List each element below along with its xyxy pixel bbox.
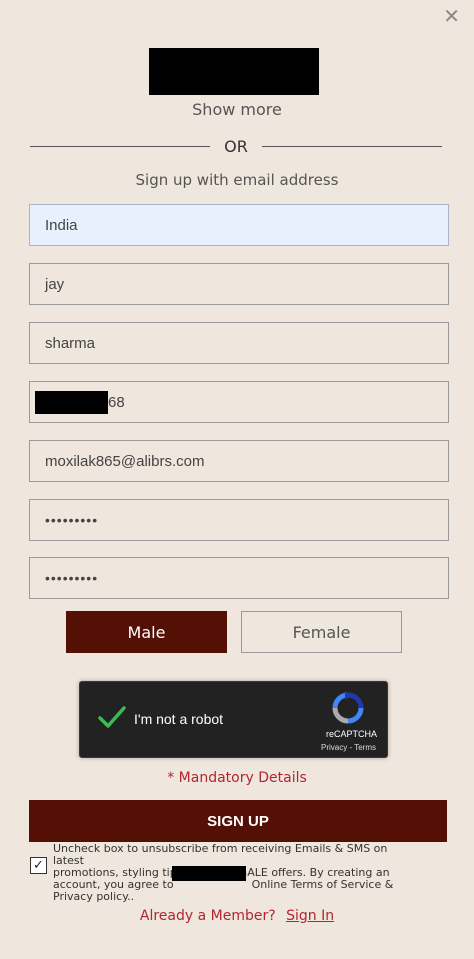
consent-line-4: Privacy policy.. <box>53 890 135 903</box>
confirm-password-input[interactable]: ••••••••• <box>29 557 449 599</box>
divider-line-right <box>261 145 442 147</box>
signup-button[interactable]: SIGN UP <box>29 800 447 842</box>
redacted-brand-name <box>172 866 246 881</box>
last-name-input[interactable]: sharma <box>29 322 449 364</box>
confirm-password-value: ••••••••• <box>45 570 99 586</box>
gender-female-button[interactable]: Female <box>241 611 402 653</box>
consent-line-1: Uncheck box to unsubscribe from receivin… <box>53 842 388 867</box>
show-more-link[interactable]: Show more <box>0 100 474 119</box>
check-icon[interactable] <box>97 702 127 732</box>
divider-line-left <box>30 145 211 147</box>
password-value: ••••••••• <box>45 512 99 528</box>
consent-line-3-end: Online Terms of Service & <box>251 878 394 891</box>
recaptcha-logo-icon <box>332 691 364 724</box>
last-name-value: sharma <box>45 334 96 352</box>
recaptcha-privacy-terms-link[interactable]: Privacy - Terms <box>321 743 376 752</box>
gender-male-button[interactable]: Male <box>66 611 227 653</box>
redacted-social-login <box>149 48 319 95</box>
or-label: OR <box>224 136 248 156</box>
close-icon[interactable]: ✕ <box>443 6 460 26</box>
recaptcha-widget[interactable]: I'm not a robot reCAPTCHA Privacy - Term… <box>79 681 388 758</box>
signup-heading: Sign up with email address <box>135 171 339 189</box>
recaptcha-brand: reCAPTCHA <box>325 729 377 739</box>
sign-in-link[interactable]: Sign In <box>286 908 334 924</box>
mandatory-note: * Mandatory Details <box>167 770 307 786</box>
country-select[interactable]: India <box>29 204 449 246</box>
checkmark-icon: ✓ <box>33 858 44 873</box>
phone-value: 68 <box>108 393 125 411</box>
already-member-row: Already a Member? Sign In <box>0 908 474 924</box>
email-value: moxilak865@alibrs.com <box>45 452 205 470</box>
email-input[interactable]: moxilak865@alibrs.com <box>29 440 449 482</box>
first-name-value: jay <box>45 275 65 293</box>
or-divider: OR <box>30 136 442 156</box>
marketing-consent-checkbox[interactable]: ✓ <box>30 857 47 874</box>
password-input[interactable]: ••••••••• <box>29 499 449 541</box>
country-value: India <box>45 216 78 234</box>
captcha-label: I'm not a robot <box>134 711 224 727</box>
redacted-phone-digits <box>35 391 108 414</box>
first-name-input[interactable]: jay <box>29 263 449 305</box>
already-member-label: Already a Member? <box>139 908 276 924</box>
